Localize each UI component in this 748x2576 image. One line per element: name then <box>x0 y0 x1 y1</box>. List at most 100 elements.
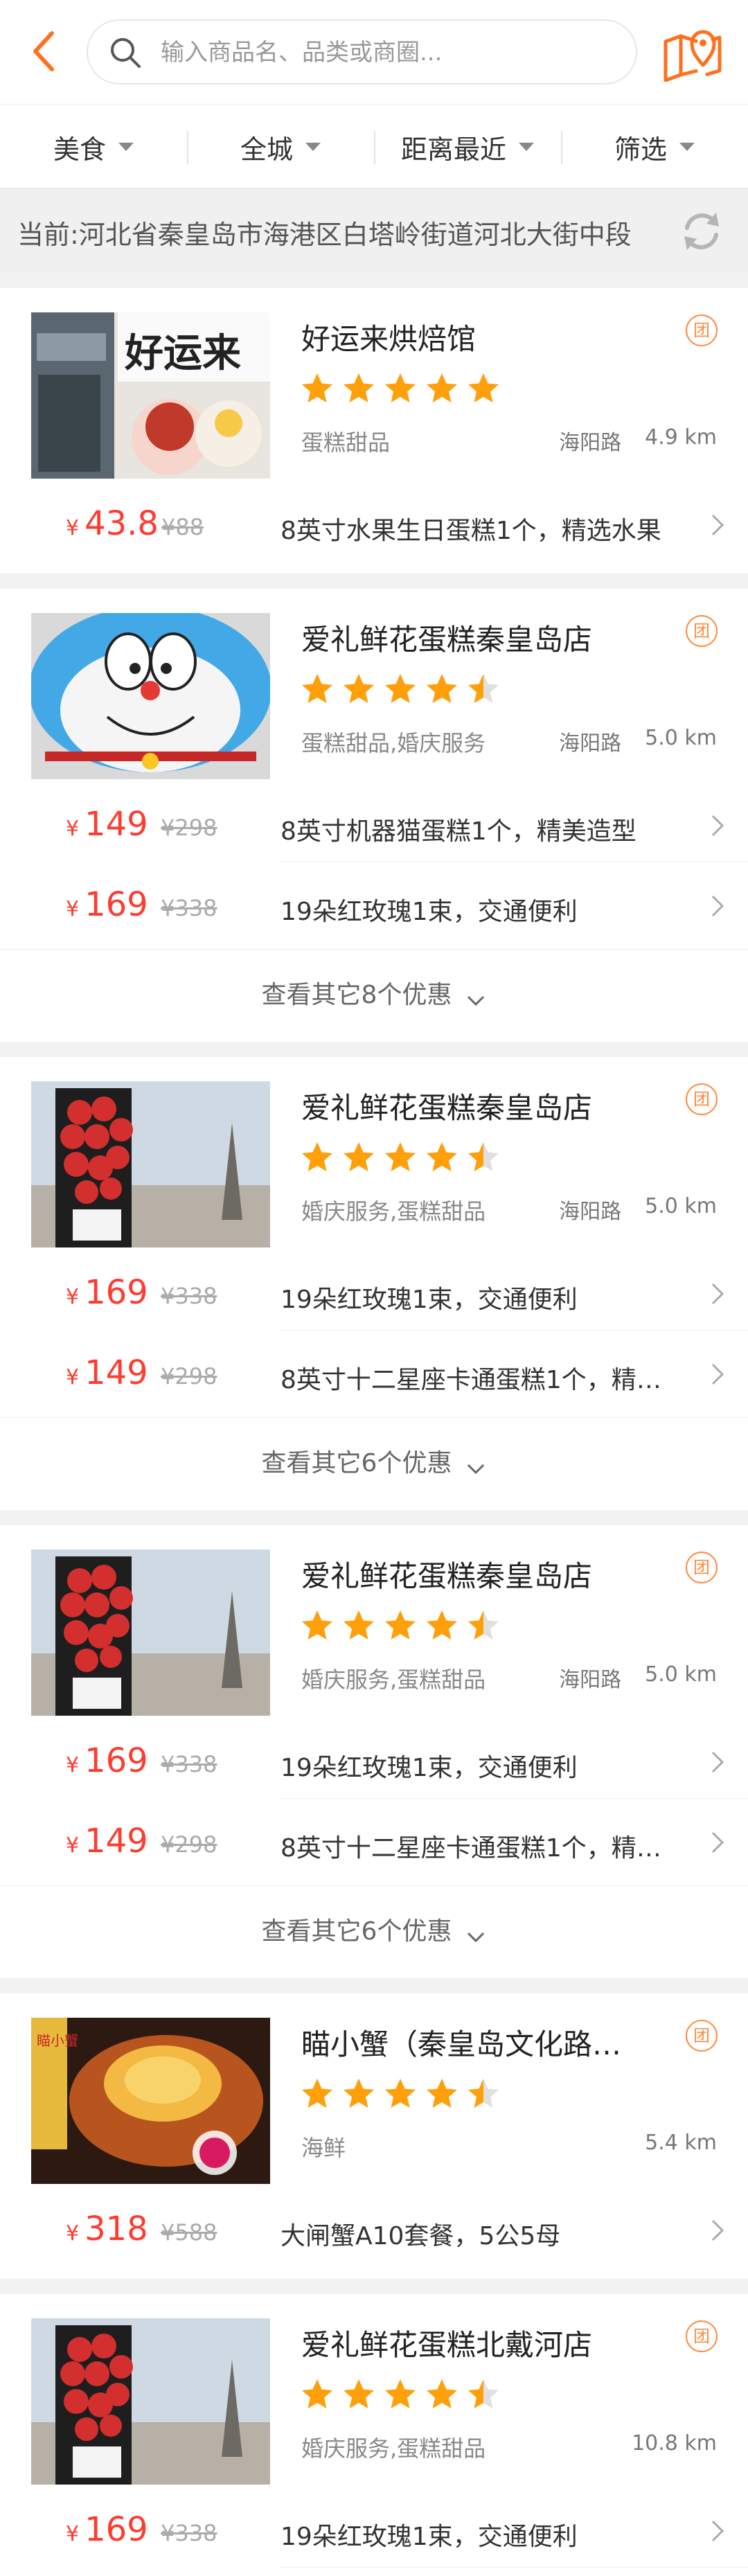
back-arrow-icon[interactable] <box>24 26 66 76</box>
shop-thumbnail: 好运来 <box>31 312 270 479</box>
deal-row[interactable]: ¥169 ¥338 19朵红玫瑰1束，交通便利 <box>0 2487 748 2567</box>
star-icon <box>427 2379 457 2408</box>
shop-card[interactable]: 爱礼鲜花蛋糕秦皇岛店 团 蛋糕甜品,婚庆服务 海阳路 5.0 km ¥149 ¥2… <box>0 589 748 1042</box>
deal-row[interactable]: ¥149 ¥298 8英寸机器猫蛋糕1个，精美造型 <box>0 781 748 862</box>
more-deals-button[interactable]: 查看其它8个优惠 <box>0 949 748 1036</box>
deal-original-price: ¥88 <box>161 514 204 540</box>
group-buy-icon: 团 <box>686 2320 718 2352</box>
search-input[interactable] <box>161 33 604 72</box>
shop-location: 10.8 km <box>608 2431 717 2455</box>
chevron-right-icon <box>710 813 725 838</box>
deal-price: ¥169 <box>66 1741 148 1780</box>
shop-card[interactable]: 爱礼鲜花蛋糕秦皇岛店 团 婚庆服务,蛋糕甜品 海阳路 5.0 km ¥169 ¥3… <box>0 1525 748 1978</box>
deal-title: 8英寸机器猫蛋糕1个，精美造型 <box>280 817 636 846</box>
star-icon <box>468 1142 499 1171</box>
refresh-icon[interactable] <box>677 207 726 256</box>
currency-symbol: ¥ <box>66 897 80 921</box>
deal-title: 19朵红玫瑰1束，交通便利 <box>280 1754 578 1782</box>
group-buy-icon: 团 <box>686 1552 718 1583</box>
shop-location: 海阳路 5.0 km <box>559 1194 717 1225</box>
shop-distance: 5.0 km <box>645 726 717 750</box>
shop-area: 海阳路 <box>559 1668 622 1692</box>
deal-price: ¥169 <box>66 885 148 924</box>
shop-card[interactable]: 瞄小蟹 瞄小蟹（秦皇岛文化路店） 团 海鲜 5.4 km ¥318 ¥588 大闸蟹… <box>0 1993 748 2279</box>
star-icon <box>302 1142 332 1171</box>
deal-price: ¥149 <box>66 1353 148 1392</box>
star-icon <box>468 373 499 402</box>
shop-area: 海阳路 <box>559 731 622 756</box>
deal-original-price: ¥298 <box>161 1363 217 1389</box>
star-icon <box>468 1610 499 1640</box>
filter-more[interactable]: 筛选 <box>561 105 748 189</box>
deal-row[interactable]: ¥169 ¥338 19朵红玫瑰1束，交通便利 <box>0 862 748 942</box>
star-icon <box>302 2379 332 2408</box>
shop-area: 海阳路 <box>559 1200 622 1224</box>
deal-price: ¥43.8 <box>66 504 159 543</box>
filter-bar: 美食 全城 距离最近 筛选 <box>0 104 748 188</box>
shop-area: 海阳路 <box>559 431 622 455</box>
filter-label: 全城 <box>240 134 293 165</box>
shop-thumbnail: 瞄小蟹 <box>31 2018 270 2184</box>
caret-down-icon <box>519 143 534 151</box>
deal-price-value: 169 <box>84 1273 148 1312</box>
shop-location: 5.4 km <box>621 2131 717 2155</box>
shop-thumbnail <box>31 1549 270 1716</box>
deal-row[interactable]: ¥169 ¥338 19朵红玫瑰1束，交通便利 <box>0 1718 748 1798</box>
shop-card[interactable]: 好运来 好运来烘焙馆 团 蛋糕甜品 海阳路 4.9 km ¥43.8 ¥88 8英寸… <box>0 288 748 574</box>
deal-row[interactable]: ¥149¥2988英寸十二星座卡通蛋糕1个，精美造型 <box>0 1798 748 1878</box>
caret-down-icon <box>679 143 695 151</box>
top-bar <box>0 0 748 104</box>
deal-row[interactable]: ¥169 ¥338 19朵红玫瑰1束，交通便利 <box>0 1250 748 1330</box>
filter-region[interactable]: 全城 <box>187 105 374 189</box>
divider <box>280 1330 748 1331</box>
group-buy-icon: 团 <box>686 314 718 346</box>
deal-price-value: 43.8 <box>84 504 159 543</box>
more-deals-button[interactable]: 查看其它6个优惠 <box>0 1417 748 1504</box>
currency-symbol: ¥ <box>66 817 80 841</box>
rating-stars <box>300 1140 508 1175</box>
search-box[interactable] <box>87 19 637 85</box>
deal-price-value: 169 <box>84 885 148 924</box>
thumb-vertical-text: 瞄小蟹 <box>37 2032 78 2049</box>
filter-sort[interactable]: 距离最近 <box>374 105 561 189</box>
currency-symbol: ¥ <box>66 2522 80 2546</box>
shop-location: 海阳路 5.0 km <box>559 1662 717 1693</box>
shop-name: 爱礼鲜花蛋糕秦皇岛店 <box>301 1559 593 1593</box>
map-pin-icon[interactable] <box>661 22 724 82</box>
deal-row[interactable]: ¥149¥2988英寸十二星座卡通蛋糕1个，精美造型 <box>0 1330 748 1410</box>
rating-stars <box>300 1608 508 1643</box>
star-icon <box>385 373 416 402</box>
deal-title: 19朵红玫瑰1束，交通便利 <box>280 2523 578 2551</box>
filter-label: 美食 <box>53 134 106 165</box>
rating-stars <box>300 371 508 406</box>
star-icon <box>468 2379 499 2408</box>
chevron-right-icon <box>710 513 725 538</box>
group-buy-icon: 团 <box>686 615 718 647</box>
more-deals-button[interactable]: 查看其它6个优惠 <box>0 1885 748 1972</box>
deal-row[interactable]: ¥318 ¥588 大闸蟹A10套餐，5公5母 <box>0 2186 748 2266</box>
star-icon <box>427 1610 457 1640</box>
shop-thumbnail <box>31 2318 270 2485</box>
filter-category[interactable]: 美食 <box>0 105 187 189</box>
rating-stars <box>300 672 508 707</box>
shop-distance: 4.9 km <box>645 425 717 450</box>
star-icon <box>385 1142 416 1171</box>
star-icon <box>385 2079 416 2108</box>
chevron-right-icon <box>710 2218 725 2243</box>
more-deals-label: 查看其它8个优惠 <box>261 981 452 1009</box>
star-icon <box>302 2079 332 2108</box>
deal-title: 19朵红玫瑰1束，交通便利 <box>280 1286 578 1314</box>
chevron-right-icon <box>710 894 725 918</box>
filter-label: 筛选 <box>614 134 667 165</box>
star-icon <box>344 2079 374 2108</box>
shop-name: 爱礼鲜花蛋糕秦皇岛店 <box>301 1091 593 1125</box>
deal-row[interactable]: ¥43.8 ¥88 8英寸水果生日蛋糕1个，精选水果 <box>0 481 748 561</box>
shop-card[interactable]: 爱礼鲜花蛋糕秦皇岛店 团 婚庆服务,蛋糕甜品 海阳路 5.0 km ¥169 ¥3… <box>0 1057 748 1510</box>
deal-price: ¥169 <box>66 1273 148 1312</box>
deal-price: ¥149 <box>66 1822 148 1860</box>
star-icon <box>302 373 332 402</box>
group-buy-icon: 团 <box>686 2020 718 2052</box>
chevron-down-icon <box>465 1454 486 1475</box>
deal-row[interactable]: ¥149¥2988英寸十二星座卡通蛋糕1个，精美造型 <box>0 2567 748 2576</box>
shop-card[interactable]: 爱礼鲜花蛋糕北戴河店 团 婚庆服务,蛋糕甜品 10.8 km ¥169 ¥338 1… <box>0 2294 748 2576</box>
